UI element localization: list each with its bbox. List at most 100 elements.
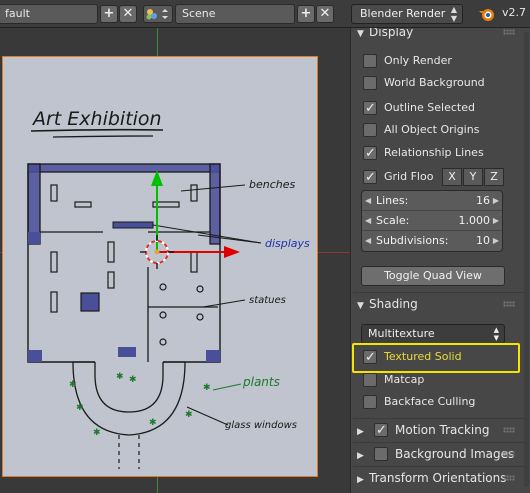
matcap-label: Matcap (384, 373, 425, 386)
updown-arrows-icon: ▲ ▼ (493, 326, 499, 342)
subdivisions-field[interactable]: ◀ Subdivisions: 10 ▶ (362, 231, 502, 251)
y-axis-label: Y (469, 170, 477, 183)
all-object-origins-label: All Object Origins (384, 123, 480, 136)
subdivisions-value: 10 (476, 234, 490, 247)
only-render-checkbox[interactable]: Only Render (361, 51, 521, 71)
drag-handle-icon[interactable] (503, 29, 515, 35)
divider (353, 466, 525, 467)
screen-layout-name: fault (5, 7, 30, 20)
increment-arrow-icon[interactable]: ▶ (493, 231, 499, 251)
blender-logo-icon (479, 9, 494, 21)
subdivisions-label: Subdivisions: (376, 234, 449, 247)
toggle-quad-view-label: Toggle Quad View (384, 269, 482, 282)
drag-handle-icon[interactable] (503, 301, 515, 307)
render-engine-label: Blender Render (360, 7, 446, 20)
motion-tracking-section-header[interactable]: ▶ Motion Tracking (357, 420, 517, 441)
all-object-origins-checkbox[interactable]: All Object Origins (361, 120, 521, 140)
drag-handle-icon[interactable] (503, 451, 515, 457)
backface-culling-checkbox[interactable]: Backface Culling (361, 392, 521, 412)
add-icon: + (300, 6, 312, 21)
background-images-label: Background Images (395, 447, 515, 461)
header-bar: fault + ✕ Scene + ✕ Blender Render ▲ ▼ v2… (0, 0, 530, 28)
add-layout-button[interactable]: + (100, 5, 118, 23)
z-axis-toggle[interactable]: Z (484, 168, 504, 186)
close-icon: ✕ (319, 6, 331, 21)
backface-culling-label: Backface Culling (384, 395, 476, 408)
grid-floor-checkbox[interactable]: Grid Floo (361, 167, 451, 188)
shading-section-header[interactable]: ▼ Shading (357, 294, 517, 314)
checkbox-icon (363, 395, 377, 409)
x-axis-label: X (448, 170, 456, 183)
checkbox-icon (363, 123, 377, 137)
display-header-label: Display (369, 28, 414, 39)
drag-handle-icon[interactable] (503, 427, 515, 433)
toggle-quad-view-button[interactable]: Toggle Quad View (361, 266, 505, 286)
relationship-lines-checkbox[interactable]: Relationship Lines (361, 143, 521, 164)
expand-arrow-icon: ▶ (357, 427, 364, 437)
drag-handle-icon[interactable] (503, 475, 515, 481)
decrement-arrow-icon[interactable]: ◀ (365, 211, 371, 231)
y-axis-toggle[interactable]: Y (463, 168, 483, 186)
collapse-arrow-icon: ▼ (357, 301, 364, 311)
scale-field[interactable]: ◀ Scale: 1.000 ▶ (362, 211, 502, 231)
delete-layout-button[interactable]: ✕ (119, 5, 137, 23)
divider (353, 292, 525, 293)
expand-arrow-icon: ▶ (357, 475, 364, 485)
increment-arrow-icon[interactable]: ▶ (493, 191, 499, 211)
lines-value: 16 (476, 194, 490, 207)
y-axis-arrow-icon (151, 170, 163, 186)
scale-label: Scale: (376, 214, 410, 227)
transform-manipulator[interactable] (0, 28, 350, 493)
add-icon: + (103, 6, 115, 21)
z-axis-label: Z (490, 170, 498, 183)
motion-tracking-checkbox[interactable] (374, 421, 388, 441)
motion-tracking-label: Motion Tracking (395, 423, 490, 437)
expand-arrow-icon: ▶ (357, 451, 364, 461)
shading-mode-value: Multitexture (368, 327, 435, 340)
transform-orientations-section-header[interactable]: ▶ Transform Orientations (357, 468, 517, 488)
textured-solid-highlight (352, 343, 520, 373)
background-images-section-header[interactable]: ▶ Background Images (357, 444, 517, 464)
grid-floor-label: Grid Floo (384, 170, 434, 183)
close-icon: ✕ (122, 6, 134, 21)
x-axis-toggle[interactable]: X (442, 168, 462, 186)
world-background-checkbox[interactable]: World Background (361, 73, 521, 93)
lines-label: Lines: (376, 194, 409, 207)
properties-panel: ▼ Display Only Render World Background Ou… (350, 28, 530, 493)
shading-mode-dropdown[interactable]: Multitexture ▲ ▼ (361, 324, 505, 344)
increment-arrow-icon[interactable]: ▶ (493, 211, 499, 231)
background-images-checkbox[interactable] (374, 447, 388, 461)
scene-icon (146, 9, 168, 20)
world-background-label: World Background (384, 76, 485, 89)
transform-orientations-label: Transform Orientations (369, 471, 507, 485)
updown-arrows-icon: ▲ ▼ (450, 5, 457, 23)
matcap-checkbox[interactable]: Matcap (361, 370, 521, 390)
scene-name: Scene (182, 7, 216, 20)
scene-name-field[interactable]: Scene (175, 4, 295, 24)
checkbox-icon (363, 76, 377, 90)
render-engine-dropdown[interactable]: Blender Render ▲ ▼ (351, 4, 463, 24)
display-section-header[interactable]: ▼ Display (357, 28, 517, 42)
screen-layout-field[interactable]: fault (0, 4, 98, 24)
divider (353, 442, 525, 443)
lines-field[interactable]: ◀ Lines: 16 ▶ (362, 191, 502, 211)
shading-header-label: Shading (369, 297, 418, 311)
outline-selected-checkbox[interactable]: Outline Selected (361, 98, 521, 119)
3d-viewport[interactable]: Art Exhibition ✱ ✱ ✱ ✱ ✱ ✱ ✱ ✱ benches d… (0, 28, 350, 493)
scale-value: 1.000 (458, 214, 491, 227)
checkbox-icon (363, 373, 377, 387)
only-render-label: Only Render (384, 54, 452, 67)
checkbox-icon (363, 54, 377, 68)
collapse-arrow-icon: ▼ (357, 29, 364, 39)
add-scene-button[interactable]: + (297, 5, 315, 23)
divider (353, 418, 525, 419)
x-axis-arrow-icon (224, 246, 240, 258)
outline-selected-label: Outline Selected (384, 101, 475, 114)
decrement-arrow-icon[interactable]: ◀ (365, 231, 371, 251)
relationship-lines-label: Relationship Lines (384, 146, 484, 159)
delete-scene-button[interactable]: ✕ (316, 5, 334, 23)
scene-selector-button[interactable] (143, 5, 173, 23)
checkbox-checked-icon (363, 144, 377, 164)
decrement-arrow-icon[interactable]: ◀ (365, 191, 371, 211)
checkbox-checked-icon (363, 99, 377, 119)
